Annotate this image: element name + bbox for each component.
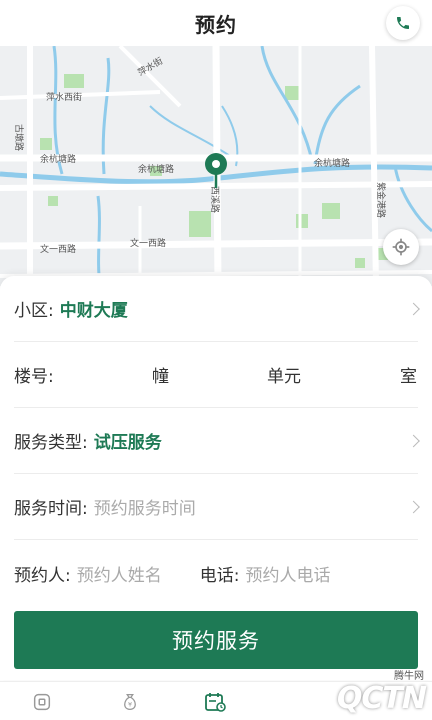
locate-button[interactable] — [383, 229, 419, 265]
phone-label: 电话: — [199, 565, 240, 586]
chevron-right-icon — [407, 434, 420, 447]
watermark-cn: 腾牛网 — [394, 671, 424, 682]
map-label: 紫金港路 — [375, 182, 387, 218]
community-label: 小区: — [14, 301, 54, 321]
service-time-label: 服务时间: — [14, 499, 88, 519]
tab-booking[interactable] — [202, 690, 228, 714]
phone-input[interactable]: 预约人电话 — [245, 561, 330, 586]
building-entrance-label[interactable]: 单元 — [267, 362, 301, 387]
tab-money[interactable]: ¥ — [117, 690, 143, 714]
map-label: 余杭塘路 — [314, 157, 350, 169]
community-value: 中财大厦 — [59, 301, 128, 321]
calendar-icon — [205, 693, 226, 712]
building-room-label[interactable]: 室 — [400, 362, 417, 387]
service-time-row[interactable]: 服务时间: 预约服务时间 — [14, 474, 420, 540]
crosshair-icon — [392, 238, 410, 256]
map-label: 余杭塘路 — [138, 163, 174, 175]
building-row: 楼号: 幢 单元 室 — [14, 342, 418, 408]
map-label: 萍水西街 — [46, 91, 82, 103]
service-time-placeholder: 预约服务时间 — [93, 499, 196, 519]
contact-name-input[interactable]: 预约人姓名 — [77, 561, 162, 586]
service-type-row[interactable]: 服务类型: 试压服务 — [14, 408, 420, 474]
home-icon — [33, 693, 51, 711]
building-label: 楼号: — [14, 367, 54, 387]
tab-home[interactable] — [29, 690, 55, 714]
map-label: 余杭塘路 — [40, 153, 76, 165]
map-label: 古墩路 — [13, 124, 25, 151]
service-type-label: 服务类型: — [14, 433, 88, 453]
community-row[interactable]: 小区: 中财大厦 — [14, 276, 420, 342]
map-label: 西溪路 — [209, 186, 221, 213]
page-title: 预约 — [195, 12, 237, 37]
map-view[interactable]: 萍水西街 萍水街 古墩路 余杭塘路 余杭塘路 余杭塘路 文一西路 文一西路 西溪… — [0, 46, 432, 286]
map-canvas: 萍水西街 萍水街 古墩路 余杭塘路 余杭塘路 余杭塘路 文一西路 文一西路 西溪… — [0, 46, 432, 286]
building-unit-label[interactable]: 幢 — [152, 362, 169, 387]
chevron-right-icon — [407, 302, 420, 315]
svg-text:¥: ¥ — [128, 701, 132, 709]
money-bag-icon: ¥ — [124, 694, 136, 710]
service-type-value: 试压服务 — [93, 433, 162, 453]
contact-name-label: 预约人: — [14, 565, 71, 586]
map-label: 文一西路 — [40, 243, 76, 255]
watermark: 腾牛网 QCTN — [336, 671, 427, 716]
watermark-logo: QCTN — [336, 681, 427, 716]
map-label: 文一西路 — [130, 237, 166, 249]
chevron-right-icon — [407, 500, 420, 513]
phone-button[interactable] — [386, 6, 420, 40]
submit-booking-button[interactable]: 预约服务 — [14, 611, 418, 669]
header: 预约 — [0, 0, 432, 46]
phone-icon — [397, 17, 409, 29]
contact-row: 预约人: 预约人姓名 电话: 预约人电话 — [14, 540, 418, 606]
